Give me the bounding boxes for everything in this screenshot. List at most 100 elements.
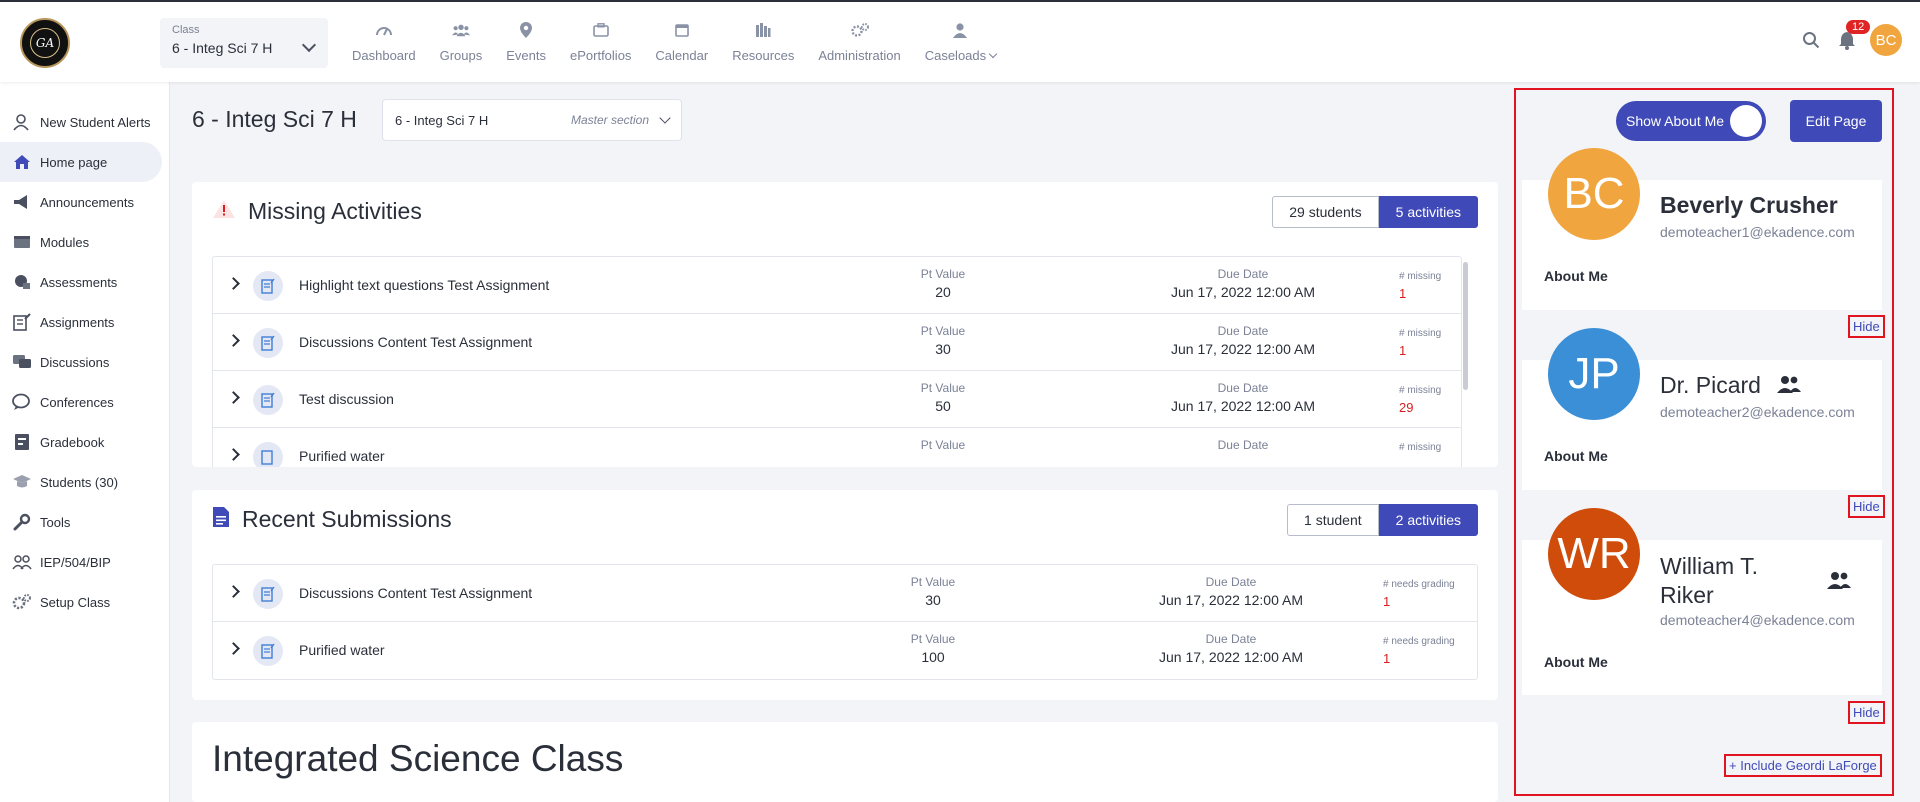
nav-calendar[interactable]: Calendar [643, 22, 720, 63]
due-date-cell: Due Date [1133, 438, 1353, 452]
list-scrollbar[interactable] [1463, 262, 1468, 390]
missing-count[interactable]: 1 [1399, 343, 1441, 358]
search-icon[interactable] [1802, 31, 1820, 49]
due-date-value: Jun 17, 2022 12:00 AM [1171, 398, 1315, 414]
sidebar-item-label: Announcements [40, 194, 134, 210]
sidebar-item-gradebook[interactable]: Gradebook [0, 422, 169, 462]
briefcase-icon [592, 22, 610, 38]
main-content: 6 - Integ Sci 7 H 6 - Integ Sci 7 H Mast… [170, 82, 1500, 802]
pt-value-header: Pt Value [920, 381, 966, 395]
recent-submissions-list: Discussions Content Test Assignment Pt V… [212, 564, 1478, 680]
sidebar-item-assessments[interactable]: Assessments [0, 262, 169, 302]
class-selector-label: Class [172, 24, 200, 36]
table-row[interactable]: Purified water Pt Value Due Date # missi… [213, 428, 1461, 467]
needs-grading-cell: # needs grading 1 [1383, 636, 1455, 666]
nav-resources[interactable]: Resources [720, 22, 806, 63]
sidebar-item-label: New Student Alerts [40, 114, 151, 130]
needs-grading-count[interactable]: 1 [1383, 651, 1455, 666]
activity-name[interactable]: Purified water [299, 448, 385, 464]
nav-calendar-label: Calendar [655, 48, 709, 63]
sidebar-item-announcements[interactable]: Announcements [0, 182, 169, 222]
needs-grading-cell: # needs grading 1 [1383, 579, 1455, 609]
main-nav: Dashboard Groups Events ePortfolios Cale… [340, 22, 1008, 63]
due-date-value: Jun 17, 2022 12:00 AM [1171, 341, 1315, 357]
needs-grading-header: # needs grading [1383, 636, 1455, 647]
needs-grading-count[interactable]: 1 [1383, 594, 1455, 609]
sidebar-item-conferences[interactable]: Conferences [0, 382, 169, 422]
sidebar-item-label: Home page [40, 154, 108, 170]
sidebar-item-new-student-alerts[interactable]: New Student Alerts [0, 102, 169, 142]
pt-value-cell: Pt Value 20 [873, 267, 1013, 300]
sidebar-item-modules[interactable]: Modules [0, 222, 169, 262]
chevron-right-icon[interactable] [227, 277, 240, 290]
chevron-right-icon[interactable] [227, 642, 240, 655]
megaphone-icon [12, 193, 32, 211]
missing-count-header: # missing [1399, 442, 1442, 453]
sidebar-item-iep[interactable]: IEP/504/BIP [0, 542, 169, 582]
chevron-right-icon[interactable] [227, 334, 240, 347]
gears-icon [850, 22, 869, 38]
activity-name[interactable]: Test discussion [299, 391, 394, 407]
class-info-title: Integrated Science Class [212, 738, 624, 779]
pt-value: 30 [925, 592, 941, 608]
missing-count[interactable]: 1 [1399, 286, 1441, 301]
toggle-activities[interactable]: 5 activities [1378, 196, 1478, 228]
nav-eportfolios[interactable]: ePortfolios [558, 22, 643, 63]
sidebar-item-students[interactable]: Students (30) [0, 462, 169, 502]
section-selector[interactable]: 6 - Integ Sci 7 H Master section [382, 99, 682, 141]
table-row[interactable]: Highlight text questions Test Assignment… [213, 257, 1461, 314]
notification-badge: 12 [1846, 20, 1871, 34]
page-title: 6 - Integ Sci 7 H [192, 106, 357, 132]
activity-name[interactable]: Highlight text questions Test Assignment [299, 277, 549, 293]
sidebar-item-label: Tools [40, 514, 71, 530]
missing-activities-list[interactable]: Highlight text questions Test Assignment… [212, 256, 1462, 467]
discussion-icon [12, 353, 32, 371]
nav-groups[interactable]: Groups [428, 22, 495, 63]
activity-name[interactable]: Discussions Content Test Assignment [299, 334, 532, 350]
sidebar-item-home-page[interactable]: Home page [0, 142, 162, 182]
missing-count-cell: # missing 1 [1399, 271, 1441, 301]
recent-submissions-header: Recent Submissions [212, 506, 452, 533]
due-date-header: Due Date [1205, 575, 1257, 589]
sidebar-item-label: Conferences [40, 394, 114, 410]
table-row[interactable]: Test discussion Pt Value 50 Due Date Jun 1… [213, 371, 1461, 428]
sidebar-item-label: IEP/504/BIP [40, 554, 111, 570]
nav-caseloads[interactable]: Caseloads [913, 22, 1008, 63]
missing-activities-card: Missing Activities 29 students 5 activit… [192, 182, 1498, 467]
sidebar-item-discussions[interactable]: Discussions [0, 342, 169, 382]
calendar-icon [673, 22, 691, 38]
table-row[interactable]: Discussions Content Test Assignment Pt V… [213, 314, 1461, 371]
due-date-cell: Due Date Jun 17, 2022 12:00 AM [1133, 324, 1353, 357]
due-date-cell: Due Date Jun 17, 2022 12:00 AM [1121, 575, 1341, 608]
nav-dashboard[interactable]: Dashboard [340, 22, 428, 63]
toggle-activities[interactable]: 2 activities [1378, 504, 1478, 536]
pt-value-cell: Pt Value 30 [873, 324, 1013, 357]
table-row[interactable]: Purified water Pt Value 100 Due Date Jun 1… [213, 622, 1477, 679]
nav-dashboard-label: Dashboard [352, 48, 416, 63]
due-date-cell: Due Date Jun 17, 2022 12:00 AM [1133, 381, 1353, 414]
user-avatar[interactable]: BC [1870, 24, 1902, 56]
notifications-button[interactable]: 12 [1838, 20, 1871, 50]
recent-submissions-title: Recent Submissions [242, 506, 452, 532]
activity-name[interactable]: Purified water [299, 642, 385, 658]
nav-events[interactable]: Events [494, 22, 558, 63]
students-icon [12, 473, 32, 491]
activity-name[interactable]: Discussions Content Test Assignment [299, 585, 532, 601]
class-selector-value: 6 - Integ Sci 7 H [172, 40, 273, 56]
class-selector[interactable]: Class 6 - Integ Sci 7 H [160, 18, 328, 68]
chevron-right-icon[interactable] [227, 391, 240, 404]
class-info-card: Integrated Science Class [192, 722, 1498, 802]
school-logo[interactable]: GA [20, 18, 70, 68]
sidebar-item-tools[interactable]: Tools [0, 502, 169, 542]
chevron-right-icon[interactable] [227, 448, 240, 461]
due-date-header: Due Date [1205, 632, 1257, 646]
toggle-students[interactable]: 1 student [1287, 504, 1379, 536]
missing-count[interactable]: 29 [1399, 400, 1441, 415]
sidebar-item-setup-class[interactable]: Setup Class [0, 582, 169, 622]
sidebar-item-assignments[interactable]: Assignments [0, 302, 169, 342]
map-pin-icon [517, 22, 535, 38]
toggle-students[interactable]: 29 students [1272, 196, 1379, 228]
nav-administration[interactable]: Administration [806, 22, 912, 63]
table-row[interactable]: Discussions Content Test Assignment Pt V… [213, 565, 1477, 622]
chevron-right-icon[interactable] [227, 585, 240, 598]
